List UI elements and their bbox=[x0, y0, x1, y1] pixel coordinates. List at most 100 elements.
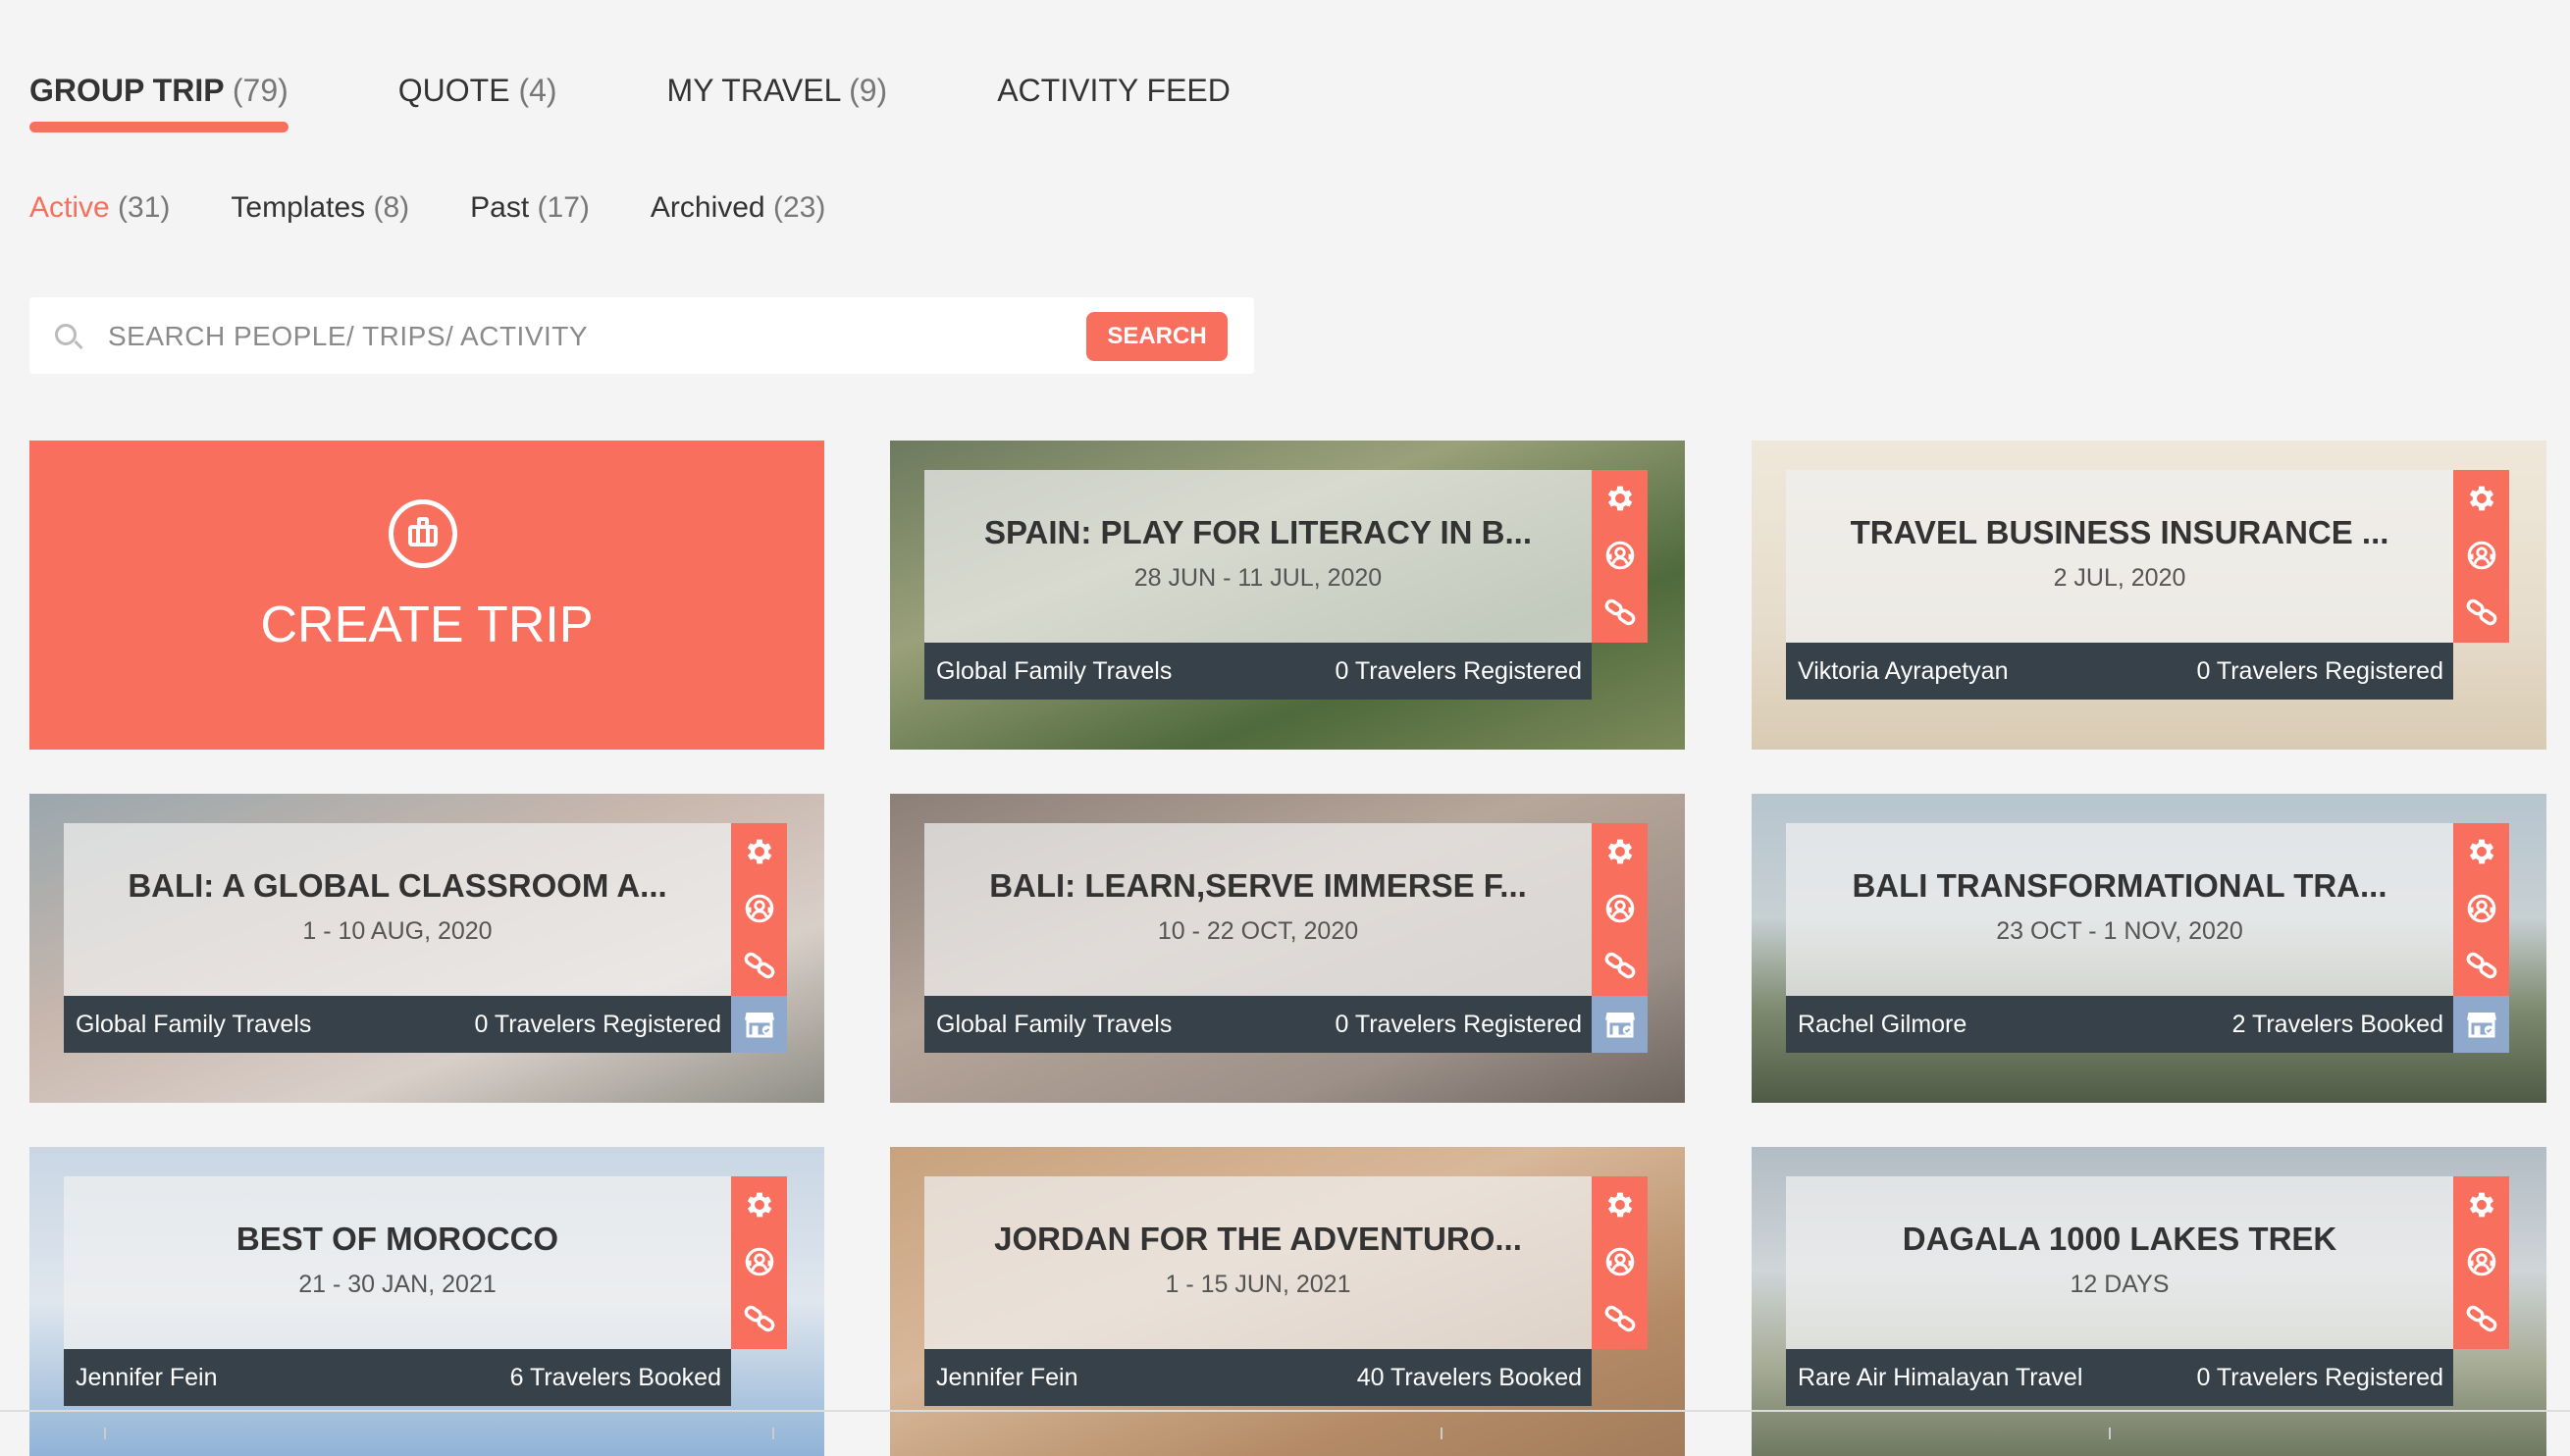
tab-label: QUOTE bbox=[397, 73, 510, 108]
trip-card[interactable]: SPAIN: PLAY FOR LITERACY IN B... 28 JUN -… bbox=[890, 441, 1685, 750]
trip-title[interactable]: BALI: A GLOBAL CLASSROOM A... bbox=[64, 867, 731, 905]
gear-icon[interactable] bbox=[2453, 470, 2509, 527]
trip-overlay bbox=[924, 823, 1592, 996]
gear-icon[interactable] bbox=[2453, 823, 2509, 880]
storefront-icon[interactable] bbox=[2453, 996, 2509, 1053]
subtab-past[interactable]: Past (17) bbox=[470, 191, 590, 225]
tab-label: MY TRAVEL bbox=[666, 73, 841, 108]
trip-travelers-count: 0 Travelers Registered bbox=[2196, 657, 2443, 685]
gear-icon[interactable] bbox=[1592, 823, 1648, 880]
trip-footer: Global Family Travels 0 Travelers Registe… bbox=[64, 996, 731, 1053]
trip-card[interactable]: BALI: A GLOBAL CLASSROOM A... 1 - 10 AUG,… bbox=[29, 794, 824, 1103]
subtab-label: Archived bbox=[650, 191, 765, 224]
support-icon[interactable] bbox=[1592, 1233, 1648, 1290]
trip-actions bbox=[2453, 470, 2509, 643]
support-icon[interactable] bbox=[2453, 1233, 2509, 1290]
trip-title[interactable]: SPAIN: PLAY FOR LITERACY IN B... bbox=[924, 514, 1592, 551]
support-icon[interactable] bbox=[2453, 527, 2509, 584]
subtab-active[interactable]: Active (31) bbox=[29, 191, 170, 225]
support-icon[interactable] bbox=[731, 880, 787, 937]
trip-date: 1 - 15 JUN, 2021 bbox=[1165, 1271, 1351, 1298]
link-icon[interactable] bbox=[2453, 1290, 2509, 1347]
trip-organizer: Rare Air Himalayan Travel bbox=[1798, 1364, 2083, 1391]
link-icon[interactable] bbox=[2453, 937, 2509, 994]
trip-title[interactable]: JORDAN FOR THE ADVENTURO... bbox=[924, 1221, 1592, 1258]
search-input[interactable] bbox=[106, 315, 1072, 358]
subtab-count: (23) bbox=[772, 191, 826, 224]
create-trip-card[interactable]: CREATE TRIP bbox=[29, 441, 824, 750]
trip-card[interactable]: BALI TRANSFORMATIONAL TRA... 23 OCT - 1 N… bbox=[1752, 794, 2546, 1103]
search-bar: SEARCH bbox=[29, 297, 1254, 374]
trip-footer: Global Family Travels 0 Travelers Registe… bbox=[924, 996, 1592, 1053]
sub-tabs: Active (31) Templates (8) Past (17) Arch… bbox=[29, 191, 886, 225]
search-button[interactable]: SEARCH bbox=[1086, 312, 1228, 361]
gear-icon[interactable] bbox=[731, 823, 787, 880]
trip-date: 1 - 10 AUG, 2020 bbox=[302, 917, 493, 945]
trip-actions bbox=[2453, 1176, 2509, 1349]
trip-title[interactable]: TRAVEL BUSINESS INSURANCE ... bbox=[1786, 514, 2453, 551]
trip-title[interactable]: BALI: LEARN,SERVE IMMERSE F... bbox=[924, 867, 1592, 905]
link-icon[interactable] bbox=[1592, 1290, 1648, 1347]
trip-title[interactable]: BEST OF MOROCCO bbox=[64, 1221, 731, 1258]
subtab-count: (8) bbox=[373, 191, 410, 224]
gear-icon[interactable] bbox=[1592, 1176, 1648, 1233]
gear-icon[interactable] bbox=[731, 1176, 787, 1233]
trip-card[interactable]: BALI: LEARN,SERVE IMMERSE F... 10 - 22 OC… bbox=[890, 794, 1685, 1103]
trip-organizer: Global Family Travels bbox=[936, 1011, 1173, 1038]
link-icon[interactable] bbox=[2453, 584, 2509, 641]
trip-footer: Global Family Travels 0 Travelers Registe… bbox=[924, 643, 1592, 700]
gear-icon[interactable] bbox=[1592, 470, 1648, 527]
trip-actions bbox=[731, 1176, 787, 1349]
subtab-archived[interactable]: Archived (23) bbox=[651, 191, 825, 225]
trip-footer: Jennifer Fein 40 Travelers Booked bbox=[924, 1349, 1592, 1406]
scroll-tick bbox=[772, 1428, 774, 1439]
scroll-tick bbox=[1441, 1428, 1442, 1439]
main-tabs: GROUP TRIP (79) QUOTE (4) MY TRAVEL (9) … bbox=[29, 73, 1340, 132]
link-icon[interactable] bbox=[1592, 584, 1648, 641]
gear-icon[interactable] bbox=[2453, 1176, 2509, 1233]
trip-footer: Jennifer Fein 6 Travelers Booked bbox=[64, 1349, 731, 1406]
subtab-count: (31) bbox=[118, 191, 171, 224]
trip-title[interactable]: BALI TRANSFORMATIONAL TRA... bbox=[1786, 867, 2453, 905]
tab-label: ACTIVITY FEED bbox=[997, 73, 1231, 108]
support-icon[interactable] bbox=[731, 1233, 787, 1290]
tab-count: (4) bbox=[518, 73, 557, 108]
trip-date: 12 DAYS bbox=[2070, 1271, 2170, 1298]
briefcase-icon bbox=[389, 499, 457, 568]
trip-organizer: Jennifer Fein bbox=[936, 1364, 1078, 1391]
trip-date: 21 - 30 JAN, 2021 bbox=[298, 1271, 497, 1298]
trip-footer: Rare Air Himalayan Travel 0 Travelers Reg… bbox=[1786, 1349, 2453, 1406]
trip-travelers-count: 0 Travelers Registered bbox=[2196, 1364, 2443, 1391]
tab-count: (9) bbox=[849, 73, 888, 108]
support-icon[interactable] bbox=[2453, 880, 2509, 937]
subtab-count: (17) bbox=[537, 191, 590, 224]
trip-date: 28 JUN - 11 JUL, 2020 bbox=[1133, 564, 1383, 592]
trip-actions bbox=[731, 823, 787, 996]
storefront-icon[interactable] bbox=[731, 996, 787, 1053]
trip-overlay bbox=[924, 1176, 1592, 1349]
link-icon[interactable] bbox=[731, 1290, 787, 1347]
trip-organizer: Global Family Travels bbox=[76, 1011, 312, 1038]
trip-card[interactable]: TRAVEL BUSINESS INSURANCE ... 2 JUL, 2020… bbox=[1752, 441, 2546, 750]
trip-overlay bbox=[64, 1176, 731, 1349]
scroll-tick bbox=[2109, 1428, 2111, 1439]
trips-dashboard: GROUP TRIP (79) QUOTE (4) MY TRAVEL (9) … bbox=[0, 0, 2570, 1456]
link-icon[interactable] bbox=[1592, 937, 1648, 994]
storefront-icon[interactable] bbox=[1592, 996, 1648, 1053]
trip-title[interactable]: DAGALA 1000 LAKES TREK bbox=[1786, 1221, 2453, 1258]
tab-my-travel[interactable]: MY TRAVEL (9) bbox=[667, 73, 888, 109]
scroll-tick bbox=[104, 1428, 106, 1439]
link-icon[interactable] bbox=[731, 937, 787, 994]
trip-travelers-count: 0 Travelers Registered bbox=[1335, 657, 1582, 685]
support-icon[interactable] bbox=[1592, 527, 1648, 584]
trip-organizer: Viktoria Ayrapetyan bbox=[1798, 657, 2009, 685]
trip-travelers-count: 40 Travelers Booked bbox=[1356, 1364, 1582, 1391]
subtab-templates[interactable]: Templates (8) bbox=[231, 191, 409, 225]
tab-group-trip[interactable]: GROUP TRIP (79) bbox=[29, 73, 288, 132]
tab-activity-feed[interactable]: ACTIVITY FEED bbox=[997, 73, 1231, 109]
subtab-label: Active bbox=[29, 191, 110, 224]
support-icon[interactable] bbox=[1592, 880, 1648, 937]
tab-quote[interactable]: QUOTE (4) bbox=[398, 73, 557, 109]
trip-travelers-count: 0 Travelers Registered bbox=[1335, 1011, 1582, 1038]
trip-overlay bbox=[924, 470, 1592, 643]
